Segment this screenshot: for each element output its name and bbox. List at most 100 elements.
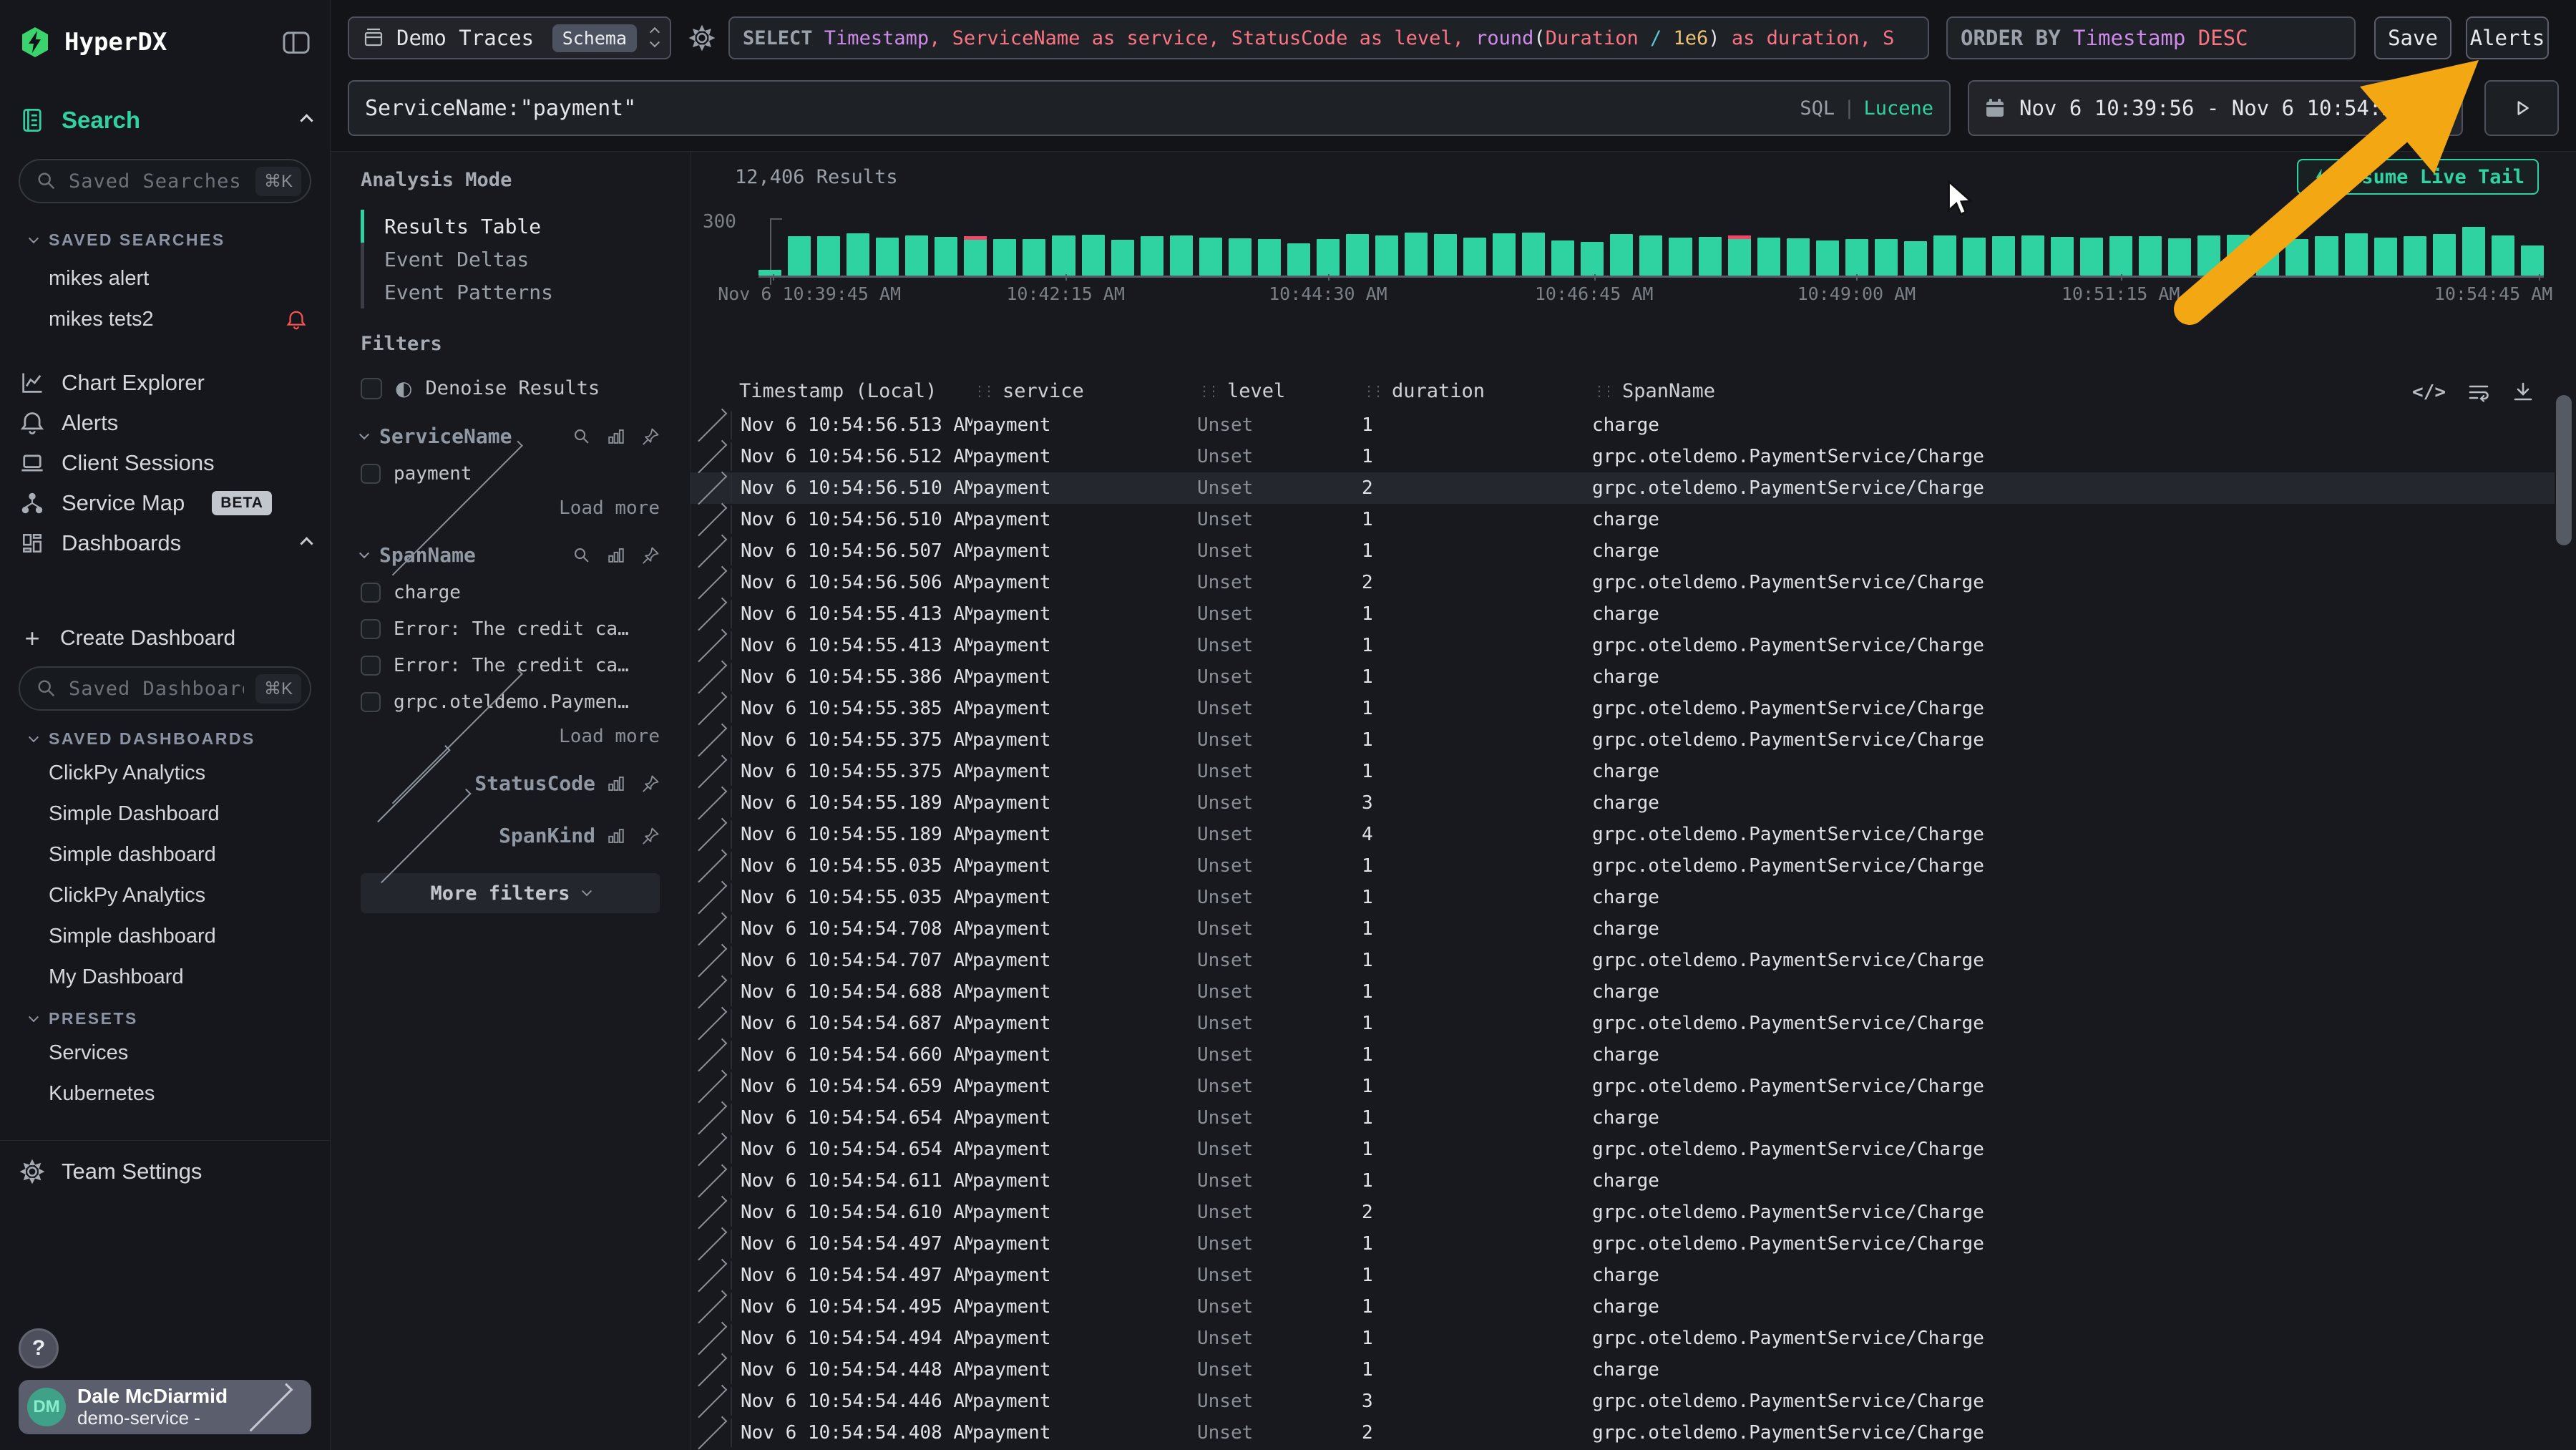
row-expand-chevron[interactable] [691, 1429, 731, 1436]
table-row[interactable]: Nov 6 10:54:54.497 AMpaymentUnset1grpc.o… [691, 1228, 2555, 1260]
column-drag-handle[interactable]: ⋮⋮ [1197, 382, 1216, 399]
filter-option[interactable]: payment [361, 463, 660, 485]
table-row[interactable]: Nov 6 10:54:55.386 AMpaymentUnset1charge [691, 661, 2555, 693]
row-expand-chevron[interactable] [691, 705, 731, 712]
table-row[interactable]: Nov 6 10:54:56.512 AMpaymentUnset1grpc.o… [691, 441, 2555, 472]
dashboard-item[interactable]: ClickPy Analytics [19, 884, 311, 908]
column-header-spanname[interactable]: ⋮⋮SpanName [1592, 380, 2555, 402]
table-row[interactable]: Nov 6 10:54:55.385 AMpaymentUnset1grpc.o… [691, 693, 2555, 724]
table-row[interactable]: Nov 6 10:54:54.687 AMpaymentUnset1grpc.o… [691, 1008, 2555, 1039]
bar-chart-icon[interactable] [607, 774, 625, 793]
help-button[interactable]: ? [19, 1328, 59, 1368]
row-expand-chevron[interactable] [691, 642, 731, 649]
filter-option[interactable]: Error: The credit card … [361, 655, 660, 676]
wrap-lines-icon[interactable] [2467, 381, 2490, 404]
row-expand-chevron[interactable] [691, 1209, 731, 1216]
table-row[interactable]: Nov 6 10:54:55.375 AMpaymentUnset1grpc.o… [691, 724, 2555, 756]
row-expand-chevron[interactable] [691, 610, 731, 618]
column-header-timestamp[interactable]: Timestamp (Local) [731, 380, 972, 402]
checkbox[interactable] [361, 583, 381, 603]
row-expand-chevron[interactable] [691, 1051, 731, 1059]
bar-chart-icon[interactable] [607, 827, 625, 845]
denoise-results-toggle[interactable]: ◐ Denoise Results [361, 376, 660, 400]
dashboard-item[interactable]: My Dashboard [19, 965, 311, 989]
download-icon[interactable] [2512, 381, 2534, 404]
table-row[interactable]: Nov 6 10:54:54.660 AMpaymentUnset1charge [691, 1039, 2555, 1071]
pin-icon[interactable] [641, 546, 660, 565]
table-row[interactable]: Nov 6 10:54:54.654 AMpaymentUnset1charge [691, 1102, 2555, 1134]
search-icon[interactable] [572, 427, 591, 446]
table-row[interactable]: Nov 6 10:54:54.495 AMpaymentUnset1charge [691, 1291, 2555, 1323]
row-expand-chevron[interactable] [691, 862, 731, 870]
filter-option[interactable]: Error: The credit card … [361, 618, 660, 640]
column-header-service[interactable]: ⋮⋮service [972, 380, 1197, 402]
save-button[interactable]: Save [2374, 16, 2451, 59]
row-expand-chevron[interactable] [691, 579, 731, 586]
checkbox[interactable] [361, 619, 381, 639]
table-row[interactable]: Nov 6 10:54:54.448 AMpaymentUnset1charge [691, 1354, 2555, 1386]
filter-option[interactable]: grpc.oteldemo.PaymentSe… [361, 691, 660, 713]
row-expand-chevron[interactable] [691, 736, 731, 744]
sidebar-item-alerts[interactable]: Alerts [19, 403, 311, 443]
language-sql-option[interactable]: SQL [1800, 97, 1835, 120]
saved-dashboards-section-header[interactable]: SAVED DASHBOARDS [19, 729, 311, 749]
table-row[interactable]: Nov 6 10:54:54.611 AMpaymentUnset1charge [691, 1165, 2555, 1197]
bar-chart-icon[interactable] [607, 427, 625, 446]
sidebar-item-dashboards[interactable]: Dashboards [19, 523, 311, 563]
presets-section-header[interactable]: PRESETS [19, 1009, 311, 1028]
row-expand-chevron[interactable] [691, 1335, 731, 1342]
bar-chart-icon[interactable] [607, 546, 625, 565]
run-query-button[interactable] [2484, 80, 2559, 136]
table-row[interactable]: Nov 6 10:54:55.413 AMpaymentUnset1grpc.o… [691, 630, 2555, 661]
table-row[interactable]: Nov 6 10:54:54.494 AMpaymentUnset1grpc.o… [691, 1323, 2555, 1354]
row-expand-chevron[interactable] [691, 516, 731, 523]
table-row[interactable]: Nov 6 10:54:54.408 AMpaymentUnset2grpc.o… [691, 1417, 2555, 1449]
row-expand-chevron[interactable] [691, 957, 731, 964]
pin-icon[interactable] [641, 427, 660, 446]
table-row[interactable]: Nov 6 10:54:56.510 AMpaymentUnset1charge [691, 504, 2555, 535]
table-row[interactable]: Nov 6 10:54:56.506 AMpaymentUnset2grpc.o… [691, 567, 2555, 598]
create-dashboard-button[interactable]: + Create Dashboard [19, 619, 311, 658]
source-settings-button[interactable] [688, 16, 716, 59]
table-row[interactable]: Nov 6 10:54:54.610 AMpaymentUnset2grpc.o… [691, 1197, 2555, 1228]
pin-icon[interactable] [641, 774, 660, 793]
search-query-input[interactable]: ServiceName:"payment" SQL|Lucene [348, 80, 1951, 136]
saved-search-item[interactable]: mikes tets2 [19, 308, 311, 331]
table-row[interactable]: Nov 6 10:54:55.189 AMpaymentUnset4grpc.o… [691, 819, 2555, 850]
row-expand-chevron[interactable] [691, 1146, 731, 1153]
row-expand-chevron[interactable] [691, 548, 731, 555]
preset-item[interactable]: Kubernetes [19, 1082, 311, 1106]
column-drag-handle[interactable]: ⋮⋮ [1362, 382, 1380, 399]
sidebar-item-client-sessions[interactable]: Client Sessions [19, 443, 311, 483]
saved-searches-input[interactable]: Saved Searches ⌘K [19, 159, 311, 203]
row-expand-chevron[interactable] [691, 1083, 731, 1090]
order-by-input[interactable]: ORDER BY Timestamp DESC [1946, 16, 2356, 59]
sidebar-item-service-map[interactable]: Service Map BETA [19, 483, 311, 523]
preset-item[interactable]: Services [19, 1041, 311, 1065]
table-row[interactable]: Nov 6 10:54:55.035 AMpaymentUnset1charge [691, 882, 2555, 913]
tab-event-deltas[interactable]: Event Deltas [361, 243, 660, 276]
tab-event-patterns[interactable]: Event Patterns [361, 276, 660, 308]
table-row[interactable]: Nov 6 10:54:54.659 AMpaymentUnset1grpc.o… [691, 1071, 2555, 1102]
checkbox[interactable] [361, 464, 381, 484]
results-histogram[interactable]: 300 [758, 220, 2544, 278]
row-expand-chevron[interactable] [691, 799, 731, 807]
table-row[interactable]: Nov 6 10:54:56.507 AMpaymentUnset1charge [691, 535, 2555, 567]
sidebar-collapse-icon[interactable] [281, 29, 311, 56]
scrollbar-thumb[interactable] [2556, 395, 2572, 545]
sidebar-item-team-settings[interactable]: Team Settings [19, 1151, 311, 1192]
dashboard-item[interactable]: Simple dashboard [19, 843, 311, 867]
select-clause-input[interactable]: SELECT Timestamp, ServiceName as service… [728, 16, 1929, 59]
row-expand-chevron[interactable] [691, 1303, 731, 1310]
row-expand-chevron[interactable] [691, 1177, 731, 1184]
table-row[interactable]: Nov 6 10:54:54.688 AMpaymentUnset1charge [691, 976, 2555, 1008]
sidebar-item-chart-explorer[interactable]: Chart Explorer [19, 363, 311, 403]
user-menu[interactable]: DM Dale McDiarmid demo-service - [19, 1380, 311, 1434]
table-row[interactable]: Nov 6 10:54:54.497 AMpaymentUnset1charge [691, 1260, 2555, 1291]
row-expand-chevron[interactable] [691, 1114, 731, 1121]
checkbox[interactable] [361, 692, 381, 712]
column-drag-handle[interactable]: ⋮⋮ [972, 382, 991, 399]
table-row[interactable]: Nov 6 10:54:54.707 AMpaymentUnset1grpc.o… [691, 945, 2555, 976]
row-expand-chevron[interactable] [691, 1366, 731, 1373]
table-row[interactable]: Nov 6 10:54:55.413 AMpaymentUnset1charge [691, 598, 2555, 630]
